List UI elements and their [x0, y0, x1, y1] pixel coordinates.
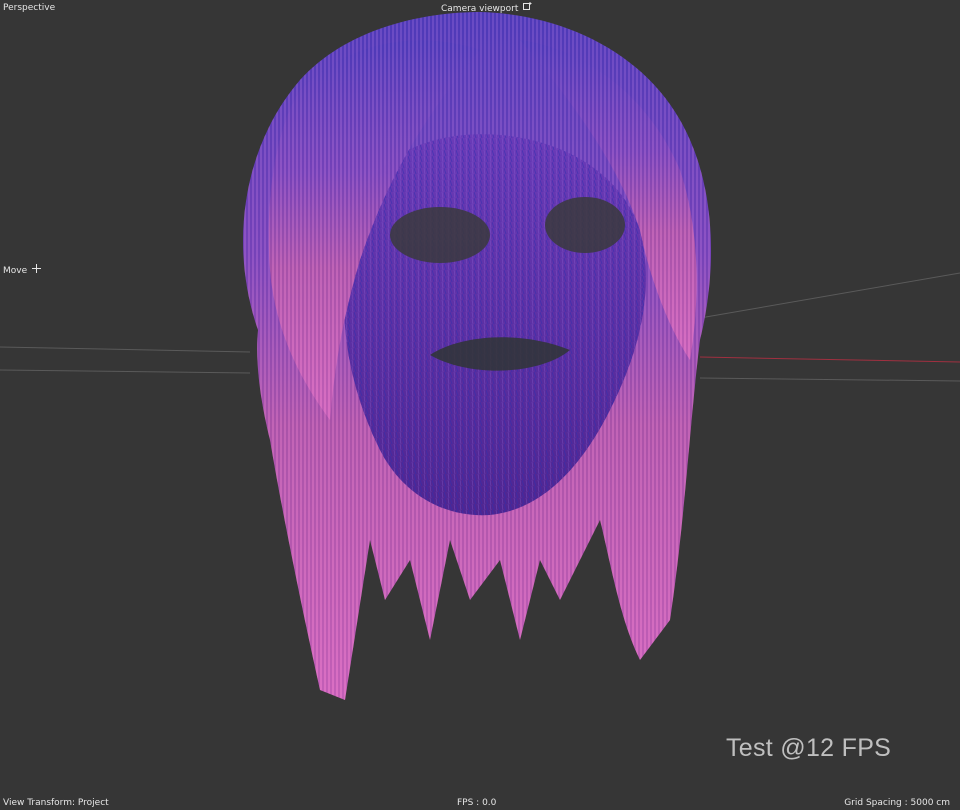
view-transform-status: View Transform: Project: [3, 798, 109, 808]
fps-status: FPS : 0.0: [457, 798, 497, 808]
projection-label[interactable]: Perspective: [3, 2, 55, 14]
viewport-scene: [0, 12, 960, 700]
grid-spacing-status: Grid Spacing : 5000 cm: [844, 798, 950, 808]
camera-options-icon[interactable]: [523, 2, 532, 15]
camera-viewport-menu[interactable]: Camera viewport: [441, 2, 532, 15]
test-fps-caption: Test @12 FPS: [726, 734, 892, 762]
right-eye-socket: [545, 197, 625, 253]
head-model[interactable]: [243, 12, 712, 700]
left-eye-socket: [390, 207, 490, 263]
move-cross-icon: [32, 264, 42, 277]
move-tool-label[interactable]: Move: [3, 264, 42, 277]
viewport-status-bar: View Transform: Project FPS : 0.0 Grid S…: [0, 796, 960, 810]
camera-viewport-label: Camera viewport: [441, 4, 519, 14]
move-label-text: Move: [3, 266, 28, 276]
3d-viewport[interactable]: Perspective Camera viewport Move Test @1…: [0, 0, 960, 810]
